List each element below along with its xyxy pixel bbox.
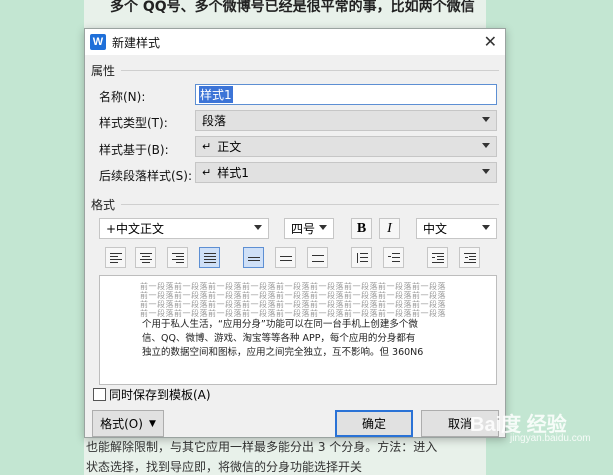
single-spacing-button[interactable] bbox=[243, 247, 264, 268]
one-half-spacing-button[interactable] bbox=[275, 247, 296, 268]
double-spacing-button[interactable] bbox=[307, 247, 328, 268]
based-on-select[interactable]: ↵ 正文 bbox=[195, 136, 497, 157]
next-paragraph-style-value: 样式1 bbox=[217, 166, 249, 180]
based-on-label: 样式基于(B): bbox=[99, 143, 169, 157]
preview-previous-paragraph: 前一段落前一段落前一段落前一段落前一段落前一段落前一段落前一段落前一段落 bbox=[140, 282, 446, 291]
increase-indent-button[interactable] bbox=[459, 247, 480, 268]
font-size-select[interactable]: 四号 bbox=[284, 218, 334, 239]
single-spacing-icon bbox=[247, 253, 260, 263]
preview-sample-line-1: 个用于私人生活，“应用分身”功能可以在同一台手机上创建多个微 bbox=[142, 319, 418, 330]
preview-previous-paragraph: 前一段落前一段落前一段落前一段落前一段落前一段落前一段落前一段落前一段落 bbox=[140, 309, 446, 318]
properties-section-label: 属性 bbox=[91, 64, 116, 78]
language-select[interactable]: 中文 bbox=[416, 218, 497, 239]
paragraph-spacing-decrease-icon bbox=[387, 252, 400, 263]
style-type-label: 样式类型(T): bbox=[99, 116, 168, 130]
align-right-icon bbox=[171, 252, 184, 263]
new-style-dialog: W 新建样式 ✕ 属性 名称(N): 样式1 样式类型(T): 段落 样式基于(… bbox=[84, 28, 506, 438]
style-preview: 前一段落前一段落前一段落前一段落前一段落前一段落前一段落前一段落前一段落 前一段… bbox=[99, 275, 497, 385]
name-label: 名称(N): bbox=[99, 90, 146, 104]
decrease-paragraph-spacing-button[interactable] bbox=[383, 247, 404, 268]
dialog-titlebar: W 新建样式 ✕ bbox=[85, 29, 505, 55]
format-menu-button[interactable]: 格式(O) ▼ bbox=[92, 410, 164, 437]
document-text-bottom: 也能解除限制，与其它应用一样最多能分出 3 个分身。方法：进入 bbox=[86, 440, 438, 454]
name-input[interactable]: 样式1 bbox=[195, 84, 497, 105]
align-right-button[interactable] bbox=[167, 247, 188, 268]
watermark-url: jingyan.baidu.com bbox=[510, 433, 591, 444]
dialog-title: 新建样式 bbox=[112, 35, 161, 50]
chevron-down-icon: ▼ bbox=[148, 418, 156, 429]
language-value: 中文 bbox=[423, 222, 448, 236]
align-left-button[interactable] bbox=[105, 247, 126, 268]
preview-sample-line-2: 信、QQ、微博、游戏、淘宝等等各种 APP，每个应用的分身都有 bbox=[142, 333, 416, 344]
format-section-label: 格式 bbox=[91, 198, 116, 212]
align-center-icon bbox=[139, 252, 152, 263]
font-size-value: 四号 bbox=[291, 222, 316, 236]
ok-button[interactable]: 确定 bbox=[335, 410, 413, 437]
properties-divider bbox=[121, 70, 499, 71]
chevron-down-icon bbox=[482, 225, 490, 230]
paragraph-spacing-increase-icon bbox=[356, 252, 368, 263]
document-text-top: 多个 QQ号、多个微博号已经是很平常的事，比如两个微信 bbox=[110, 0, 475, 15]
next-paragraph-style-label: 后续段落样式(S): bbox=[99, 169, 193, 183]
wps-writer-icon: W bbox=[90, 34, 106, 50]
font-value: +中文正文 bbox=[106, 222, 165, 236]
format-button-label: 格式(O) bbox=[100, 417, 143, 431]
chevron-down-icon bbox=[254, 225, 262, 230]
name-input-value: 样式1 bbox=[199, 86, 233, 103]
save-to-template-label: 同时保存到模板(A) bbox=[109, 388, 211, 402]
justify-icon bbox=[203, 252, 216, 263]
style-type-value: 段落 bbox=[202, 114, 227, 128]
format-divider bbox=[121, 204, 499, 205]
bold-button[interactable]: B bbox=[351, 218, 372, 239]
increase-paragraph-spacing-button[interactable] bbox=[351, 247, 372, 268]
justify-button[interactable] bbox=[199, 247, 220, 268]
save-to-template-checkbox[interactable] bbox=[93, 388, 106, 401]
baidu-watermark: Bai度 经验 jingyan.baidu.com bbox=[470, 408, 591, 444]
paragraph-mark-icon: ↵ bbox=[202, 166, 212, 179]
one-half-spacing-icon bbox=[279, 253, 292, 263]
chevron-down-icon bbox=[482, 117, 490, 122]
preview-previous-paragraph: 前一段落前一段落前一段落前一段落前一段落前一段落前一段落前一段落前一段落 bbox=[140, 300, 446, 309]
double-spacing-icon bbox=[311, 253, 324, 263]
font-select[interactable]: +中文正文 bbox=[99, 218, 269, 239]
preview-sample-line-3: 独立的数据空间和图标，应用之间完全独立，互不影响。但 360N6 bbox=[142, 347, 424, 358]
decrease-indent-button[interactable] bbox=[427, 247, 448, 268]
indent-icon bbox=[463, 252, 476, 263]
style-type-select[interactable]: 段落 bbox=[195, 110, 497, 131]
chevron-down-icon bbox=[319, 225, 327, 230]
italic-button[interactable]: I bbox=[379, 218, 400, 239]
document-text-bottom-2: 状态选择，找到导应即，将微信的分身功能选择开关 bbox=[86, 460, 363, 474]
close-icon[interactable]: ✕ bbox=[484, 32, 497, 51]
align-left-icon bbox=[109, 252, 122, 263]
paragraph-mark-icon: ↵ bbox=[202, 140, 212, 153]
preview-previous-paragraph: 前一段落前一段落前一段落前一段落前一段落前一段落前一段落前一段落前一段落 bbox=[140, 291, 446, 300]
chevron-down-icon bbox=[482, 143, 490, 148]
align-center-button[interactable] bbox=[135, 247, 156, 268]
chevron-down-icon bbox=[482, 169, 490, 174]
based-on-value: 正文 bbox=[217, 140, 242, 154]
outdent-icon bbox=[431, 252, 444, 263]
next-paragraph-style-select[interactable]: ↵ 样式1 bbox=[195, 162, 497, 183]
